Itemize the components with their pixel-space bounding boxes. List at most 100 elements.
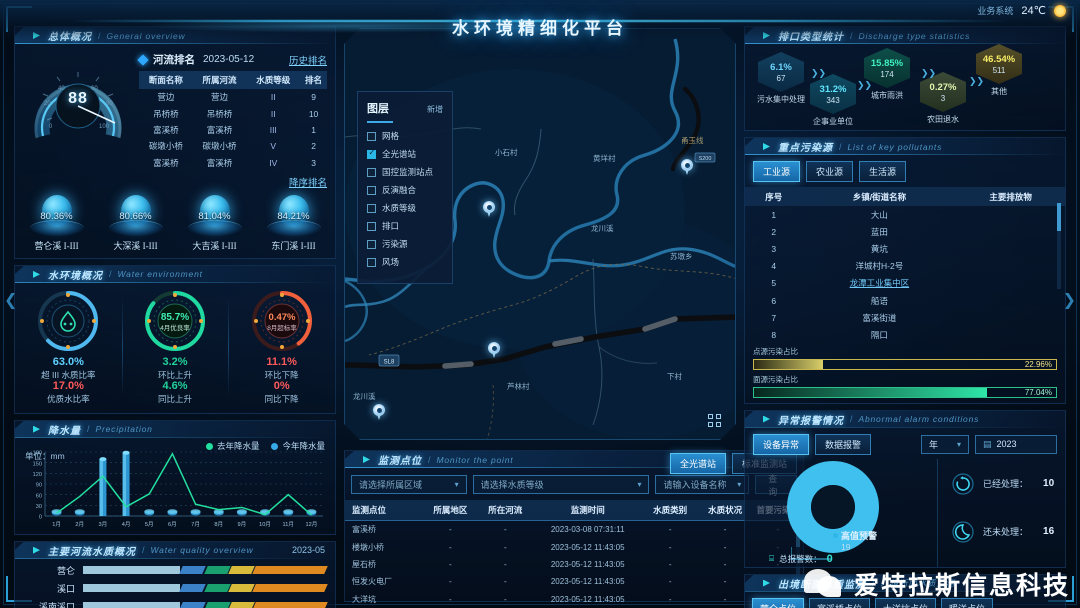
map-pin-station[interactable]	[488, 342, 500, 358]
tab-device-abnormal[interactable]: 设备异常	[753, 433, 810, 455]
tab-fuxiqiao-point[interactable]: 富溪桥点位	[809, 597, 871, 608]
panel-title-cn: 异常报警情况	[778, 415, 844, 427]
system-label[interactable]: 业务系统	[977, 4, 1013, 17]
tab-nuanyang-point[interactable]: 暖洋点位	[941, 597, 994, 608]
layer-label: 全光谱站	[382, 149, 417, 159]
ring-item-exceed[interactable]: 0.47% 8月超标率 11.1% 环比下降 0% 同比下降	[228, 289, 335, 405]
tab-industrial-source[interactable]: 工业源	[753, 161, 801, 182]
table-row[interactable]: 富溪桥 富溪桥 IV 3	[139, 155, 327, 171]
table-row[interactable]: 4 洋城村H-2号	[745, 258, 1065, 275]
btn-full-spectrum-station[interactable]: 全光谱站	[669, 453, 726, 474]
discharge-count: 174	[880, 69, 894, 79]
discharge-item[interactable]: 15.85% 174 城市雨洪	[855, 48, 919, 101]
fullscreen-icon[interactable]	[708, 414, 721, 427]
wq-row[interactable]: 营仑	[23, 564, 328, 577]
region-select[interactable]: 请选择所属区域 ▾	[351, 475, 467, 494]
map-pin-station[interactable]	[681, 159, 693, 175]
precipitation-header: 降水量 / Precipitation	[15, 420, 335, 438]
layer-item-7[interactable]: 风场	[367, 256, 443, 268]
title-separator: /	[142, 545, 145, 556]
checkbox-icon[interactable]	[367, 204, 376, 213]
tab-domestic-source[interactable]: 生活源	[859, 161, 907, 182]
discharge-item[interactable]: 46.54% 511 其他	[967, 44, 1031, 97]
discharge-label: 其他	[991, 87, 1007, 96]
droplet-item[interactable]: 80.36% 营仑溪 I-III	[21, 194, 93, 252]
table-row[interactable]: 屋石桥--2023-05-12 11:43:05---	[345, 556, 803, 573]
add-layer-button[interactable]: 新增	[427, 104, 443, 115]
collapse-left-arrow[interactable]: ❮	[4, 290, 17, 310]
table-row[interactable]: 2 蓝田	[745, 223, 1065, 240]
mon-col-1: 所属地区	[422, 500, 478, 521]
droplet-item[interactable]: 81.04% 大吉溪 I-III	[179, 194, 251, 252]
tab-data-alarm[interactable]: 数据报警	[815, 433, 872, 455]
table-cell: -	[503, 525, 507, 535]
wq-stacked-bar	[83, 584, 328, 593]
table-row[interactable]: 恒发火电厂--2023-05-12 11:43:05---	[345, 573, 803, 590]
droplet-item[interactable]: 84.21% 东门溪 I-III	[258, 194, 330, 252]
table-scrollbar[interactable]	[1057, 203, 1061, 289]
year-select[interactable]: ▤ 2023	[975, 434, 1057, 454]
layer-item-5[interactable]: 排口	[367, 220, 443, 232]
history-rank-link[interactable]: 历史排名	[289, 53, 327, 67]
period-select[interactable]: 年 ▾	[921, 434, 969, 454]
layer-item-4[interactable]: 水质等级	[367, 202, 443, 214]
droplet-item[interactable]: 80.66% 大深溪 I-III	[100, 194, 172, 252]
tab-yinglun-point[interactable]: 营仑点位	[752, 597, 805, 608]
table-row[interactable]: 1 大山	[745, 206, 1065, 223]
collapse-right-arrow[interactable]: ❯	[1063, 290, 1076, 310]
table-row[interactable]: 8 隔口	[745, 326, 1065, 343]
table-row[interactable]: 7 富溪街道	[745, 309, 1065, 326]
table-row[interactable]: 营边 营边 II 9	[139, 89, 327, 105]
table-row[interactable]: 碳墩小桥 碳墩小桥 V 2	[139, 138, 327, 154]
checkbox-icon[interactable]	[367, 222, 376, 231]
map-pin-station[interactable]	[373, 404, 385, 420]
checkbox-icon[interactable]	[367, 132, 376, 141]
map-layers-panel[interactable]: 图层 新增 网格全光谱站国控监测站点反演融合水质等级排口污染源风场	[357, 91, 453, 284]
col-river: 所属河流	[192, 71, 247, 89]
ring-item-quality[interactable]: 63.0% 超 III 水质比率 17.0% 优质水比率	[15, 289, 122, 405]
checkbox-icon[interactable]	[367, 258, 376, 267]
table-row[interactable]: 3 黄坑	[745, 240, 1065, 257]
layer-item-6[interactable]: 污染源	[367, 238, 443, 250]
checkbox-icon[interactable]	[367, 240, 376, 249]
tab-dayangkeng-point[interactable]: 大洋坑点位	[875, 597, 937, 608]
table-cell: -	[503, 577, 507, 587]
table-row[interactable]: 吊桥桥 吊桥桥 II 10	[139, 105, 327, 121]
layer-item-0[interactable]: 网格	[367, 130, 443, 142]
tab-agricultural-source[interactable]: 农业源	[806, 161, 854, 182]
handled-label: 已经处理：	[983, 479, 1029, 489]
droplet-pct: 80.36%	[40, 210, 73, 222]
table-cell: 2023-05-12 11:43:05	[550, 594, 625, 604]
cell-grade: II	[270, 92, 276, 103]
pending-label: 还未处理：	[983, 527, 1029, 537]
alarm-stat-handled: 已经处理： 10	[938, 459, 1065, 495]
grade-select[interactable]: 请选择水质等级 ▾	[472, 475, 650, 494]
checkbox-icon[interactable]	[367, 150, 376, 159]
table-row[interactable]: 富溪桥--2023-03-08 07:31:11---	[345, 521, 803, 539]
panel-title-en: Precipitation	[95, 424, 153, 435]
cell-river: 富溪桥	[206, 157, 233, 168]
progress-value: 22.96%	[1024, 359, 1052, 369]
table-row[interactable]: 大洋坑--2023-05-12 11:43:05---	[345, 591, 803, 608]
ring-item-excellent[interactable]: 85.7% 4月优良率 3.2% 环比上升 4.6% 同比上升	[121, 289, 229, 405]
table-row[interactable]: 5 龙潭工业集中区	[745, 275, 1065, 292]
wq-row[interactable]: 溪口	[23, 582, 328, 595]
layer-item-1[interactable]: 全光谱站	[367, 148, 443, 160]
order-rank-link[interactable]: 降序排名	[289, 178, 327, 189]
panel-title-cn: 降水量	[48, 425, 81, 437]
title-separator: /	[87, 424, 90, 435]
device-name-input[interactable]: 请输入设备名称 ▾	[655, 475, 750, 494]
discharge-item[interactable]: 0.27% 3 农田退水	[911, 72, 975, 125]
table-row[interactable]: 楼墩小桥--2023-05-12 11:43:05---	[345, 538, 803, 555]
table-row[interactable]: 6 船语	[745, 292, 1065, 309]
table-header-row: 序号 乡镇/街道名称 主要排放物	[745, 187, 1065, 206]
checkbox-icon[interactable]	[367, 168, 376, 177]
wq-row[interactable]: 溪南溪口	[23, 600, 328, 608]
map-panel[interactable]: S200 SL8 小石村 黄垟村 龙川溪 苏墩乡 下村 芦林村 龙川溪 甬玉线 …	[344, 28, 736, 440]
layer-item-2[interactable]: 国控监测站点	[367, 166, 443, 178]
map-pin-station[interactable]	[483, 201, 495, 217]
layer-item-3[interactable]: 反演融合	[367, 184, 443, 196]
table-row[interactable]: 富溪桥 富溪桥 III 1	[139, 122, 327, 138]
checkbox-icon[interactable]	[367, 186, 376, 195]
water-environment-header: 水环境概况 / Water environment	[15, 265, 335, 283]
